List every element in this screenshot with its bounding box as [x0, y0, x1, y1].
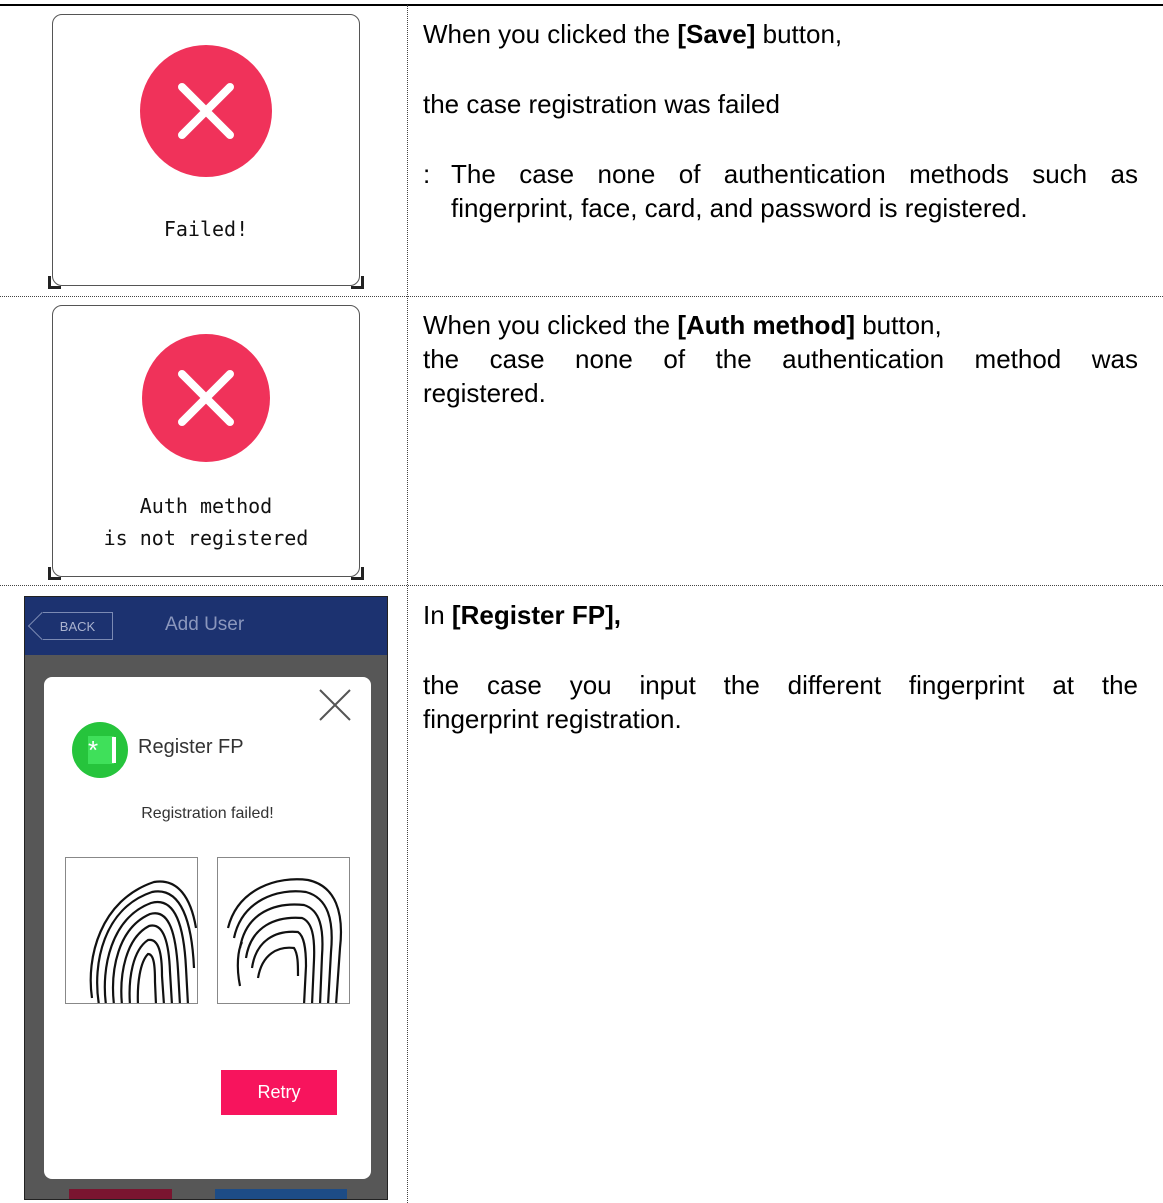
auth-method-button-ref: [Auth method]	[677, 310, 855, 340]
failed-dialog: Failed!	[52, 14, 360, 286]
desc-note: : The case none of authentication method…	[423, 157, 1138, 225]
app-header: BACK Add User	[25, 597, 387, 655]
fingerprint-icon-bar	[112, 737, 116, 763]
registration-status: Registration failed!	[141, 805, 274, 822]
note-marker: :	[423, 159, 431, 189]
error-x-icon	[142, 334, 270, 462]
desc-text: the case you input the different fingerp…	[423, 670, 1138, 700]
error-x-icon	[140, 45, 272, 177]
fingerprint-image-1	[65, 857, 198, 1004]
desc-text: button,	[755, 19, 843, 49]
save-button-ref: [Save]	[677, 19, 756, 49]
register-fp-ref: [Register FP],	[451, 600, 621, 630]
row3-description: In [Register FP], the case you input the…	[423, 598, 1138, 736]
desc-text: When you clicked the	[423, 310, 678, 340]
modal-title: Register FP	[138, 736, 244, 758]
footer-button-left[interactable]	[69, 1189, 172, 1199]
fingerprint-icon: *	[72, 722, 128, 778]
column-separator	[407, 5, 408, 1203]
footer-button-right[interactable]	[215, 1189, 347, 1199]
back-button[interactable]: BACK	[43, 612, 113, 640]
screenshot-corner	[48, 276, 61, 289]
desc-text: The case none of authentication methods …	[451, 159, 1138, 189]
close-icon[interactable]	[317, 687, 353, 723]
desc-text: In	[423, 600, 452, 630]
desc-text: When you clicked the	[423, 19, 678, 49]
row-separator	[0, 296, 1163, 297]
screenshot-corner	[351, 567, 364, 580]
fingerprint-image-2	[217, 857, 350, 1004]
screenshot-corner	[351, 276, 364, 289]
dialog-message: Failed!	[163, 217, 249, 241]
device-screen: BACK Add User * Register FP Registration…	[24, 596, 388, 1200]
desc-text: the case registration was failed	[423, 89, 780, 119]
retry-button[interactable]: Retry	[221, 1070, 337, 1115]
row2-description: When you clicked the [Auth method] butto…	[423, 308, 1138, 410]
fingerprint-icon-glyph: *	[88, 736, 114, 764]
row-separator	[0, 585, 1163, 586]
desc-text: registered.	[423, 378, 546, 408]
desc-text: the case none of the authentication meth…	[423, 344, 1138, 374]
dialog-message-line1: Auth method	[139, 494, 273, 518]
dialog-message-line2: is not registered	[103, 526, 309, 550]
desc-text: button,	[854, 310, 942, 340]
table-top-rule	[0, 4, 1163, 6]
auth-not-registered-dialog: Auth method is not registered	[52, 305, 360, 577]
desc-text: fingerprint, face, card, and password is…	[451, 193, 1028, 223]
page-title: Add User	[165, 614, 245, 635]
screenshot-corner	[48, 567, 61, 580]
row1-description: When you clicked the [Save] button, the …	[423, 17, 1138, 225]
register-fp-modal: * Register FP Registration failed! Retry	[44, 677, 371, 1179]
desc-text: fingerprint registration.	[423, 704, 682, 734]
